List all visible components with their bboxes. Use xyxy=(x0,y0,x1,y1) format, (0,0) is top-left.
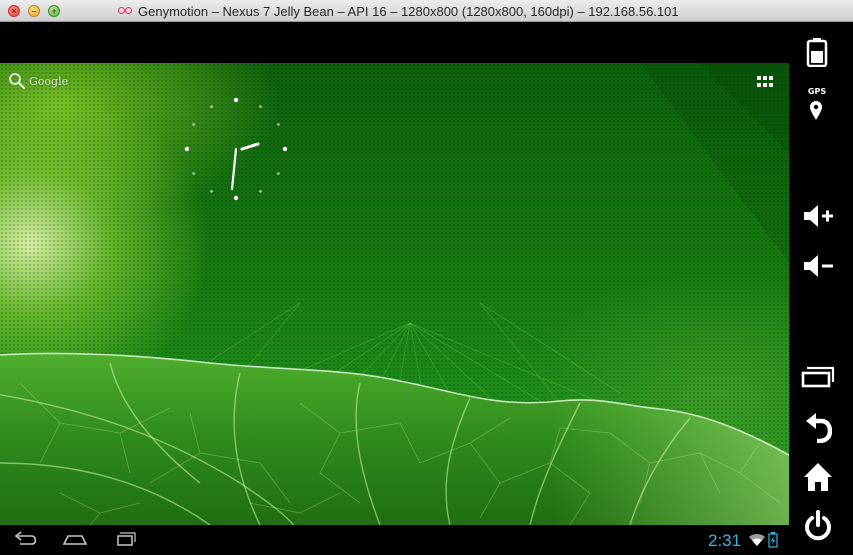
home-icon[interactable] xyxy=(60,528,90,550)
volume-down-icon[interactable] xyxy=(802,253,834,279)
clock-minute-hand xyxy=(230,147,238,191)
android-navigation-bar xyxy=(0,525,789,555)
power-icon[interactable] xyxy=(803,510,833,542)
volume-up-icon[interactable] xyxy=(802,203,834,229)
back-sidebar-icon[interactable] xyxy=(804,411,832,443)
close-icon[interactable]: × xyxy=(8,5,20,17)
all-apps-icon[interactable] xyxy=(756,75,774,89)
gps-label: GPS xyxy=(807,87,827,96)
gps-icon[interactable] xyxy=(808,99,824,121)
window-title: Genymotion – Nexus 7 Jelly Bean – API 16… xyxy=(138,3,679,19)
home-sidebar-icon[interactable] xyxy=(803,462,833,492)
battery-icon xyxy=(768,532,778,548)
wifi-icon xyxy=(749,534,765,546)
back-icon[interactable] xyxy=(10,528,40,550)
recent-apps-icon[interactable] xyxy=(110,528,140,550)
wallpaper-leaf xyxy=(0,352,789,525)
android-home-screen[interactable]: Google xyxy=(0,63,789,525)
battery-widget-icon[interactable] xyxy=(805,37,829,67)
clock-hour-hand xyxy=(240,142,260,151)
google-search-bar[interactable]: Google xyxy=(8,72,68,90)
analog-clock-widget[interactable] xyxy=(176,89,296,209)
google-search-label: Google xyxy=(29,74,69,88)
search-icon xyxy=(9,73,26,90)
window-title-group: Genymotion – Nexus 7 Jelly Bean – API 16… xyxy=(118,0,679,22)
window-titlebar: × – + Genymotion – Nexus 7 Jelly Bean – … xyxy=(0,0,853,22)
zoom-icon[interactable]: + xyxy=(48,5,60,17)
minimize-icon[interactable]: – xyxy=(28,5,40,17)
recent-apps-sidebar-icon[interactable] xyxy=(801,366,835,388)
genymotion-logo-icon xyxy=(118,6,134,16)
status-clock: 2:31 xyxy=(708,531,742,550)
